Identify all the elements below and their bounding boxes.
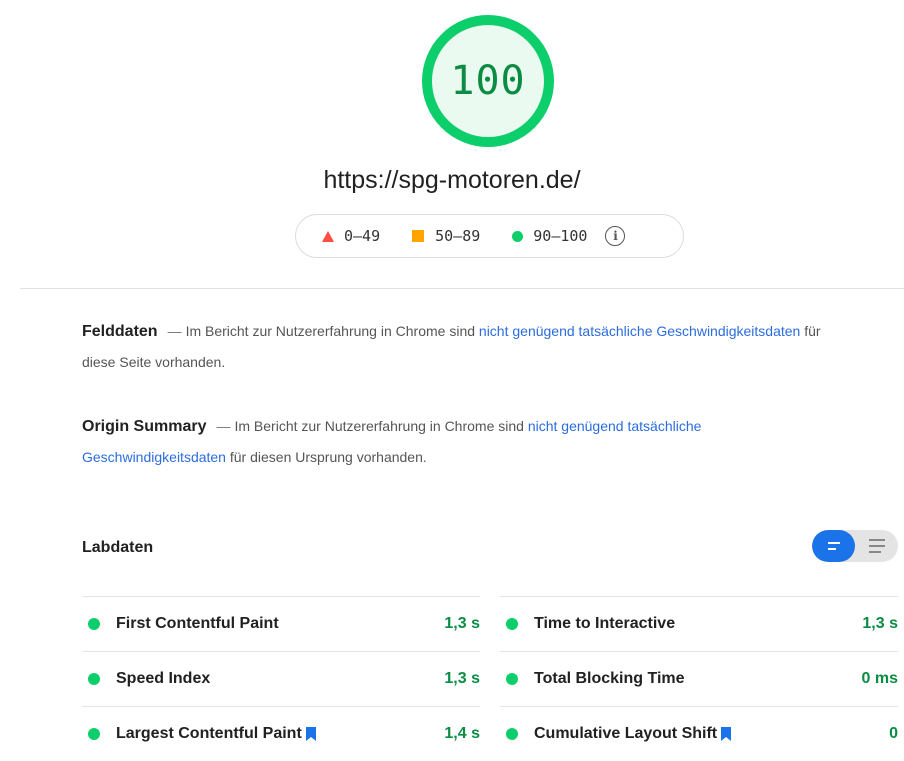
metric-largest-contentful-paint[interactable]: Largest Contentful Paint 1,4 s — [82, 706, 480, 761]
score-gauge: 100 — [420, 13, 556, 149]
legend-range-pass: 90–100 — [533, 227, 588, 245]
pass-circle-icon — [88, 728, 100, 740]
compact-view-button[interactable] — [812, 530, 855, 562]
score-value: 100 — [450, 58, 526, 104]
metric-name: Time to Interactive — [534, 615, 676, 632]
origin-summary-text-end: für diesen Ursprung vorhanden. — [225, 449, 427, 465]
expanded-view-button[interactable] — [855, 530, 898, 562]
square-icon — [412, 230, 425, 242]
origin-summary-section: Origin Summary — Im Bericht zur Nutzererfa… — [82, 411, 842, 472]
origin-summary-title: Origin Summary — [82, 418, 207, 435]
legend-range-fail: 0–49 — [344, 227, 381, 245]
field-data-dash: — — [167, 323, 182, 339]
divider — [20, 288, 904, 289]
field-data-text: Im Bericht zur Nutzererfahrung in Chrome… — [185, 323, 479, 339]
pass-circle-icon — [88, 673, 100, 685]
legend-item-average: 50–89 — [412, 227, 480, 245]
field-data-section: Felddaten — Im Bericht zur Nutzererfahrung… — [82, 316, 842, 377]
metric-name: First Contentful Paint — [116, 615, 279, 632]
metric-speed-index[interactable]: Speed Index 1,3 s — [82, 651, 480, 706]
metric-first-contentful-paint[interactable]: First Contentful Paint 1,3 s — [82, 596, 480, 651]
legend-item-pass: 90–100 — [512, 227, 587, 245]
pass-circle-icon — [88, 618, 100, 630]
origin-summary-text: Im Bericht zur Nutzererfahrung in Chrome… — [234, 418, 528, 434]
pass-circle-icon — [506, 728, 518, 740]
origin-summary-dash: — — [216, 418, 231, 434]
bookmark-icon — [305, 727, 316, 741]
score-legend: 0–49 50–89 90–100 i — [295, 214, 684, 258]
metric-value: 0 — [889, 725, 898, 742]
metric-value: 1,3 s — [444, 615, 480, 632]
metric-name: Largest Contentful Paint — [116, 725, 302, 742]
metric-name: Total Blocking Time — [534, 670, 685, 687]
metric-value: 0 ms — [861, 670, 898, 687]
field-data-link[interactable]: nicht genügend tatsächliche Geschwindigk… — [479, 323, 800, 339]
metric-name: Speed Index — [116, 670, 211, 687]
info-icon[interactable]: i — [605, 226, 626, 246]
bookmark-icon — [721, 727, 732, 741]
pass-circle-icon — [506, 618, 518, 630]
page-url: https://spg-motoren.de/ — [323, 166, 581, 194]
lab-metrics-grid: First Contentful Paint 1,3 s Time to Int… — [82, 596, 898, 761]
metric-time-to-interactive[interactable]: Time to Interactive 1,3 s — [500, 596, 898, 651]
metric-name: Cumulative Layout Shift — [534, 725, 718, 742]
metric-cumulative-layout-shift[interactable]: Cumulative Layout Shift 0 — [500, 706, 898, 761]
compact-list-icon — [827, 540, 840, 552]
metric-total-blocking-time[interactable]: Total Blocking Time 0 ms — [500, 651, 898, 706]
metric-value: 1,3 s — [444, 670, 480, 687]
triangle-icon — [322, 230, 334, 242]
field-data-title: Felddaten — [82, 323, 158, 340]
metric-value: 1,3 s — [862, 615, 898, 632]
expanded-list-icon — [868, 537, 885, 555]
legend-range-average: 50–89 — [435, 227, 481, 245]
legend-item-fail: 0–49 — [322, 227, 380, 245]
metrics-view-toggle — [812, 530, 898, 562]
metric-value: 1,4 s — [444, 725, 480, 742]
circle-icon — [512, 230, 524, 242]
pass-circle-icon — [506, 673, 518, 685]
lab-data-title: Labdaten — [82, 539, 154, 556]
